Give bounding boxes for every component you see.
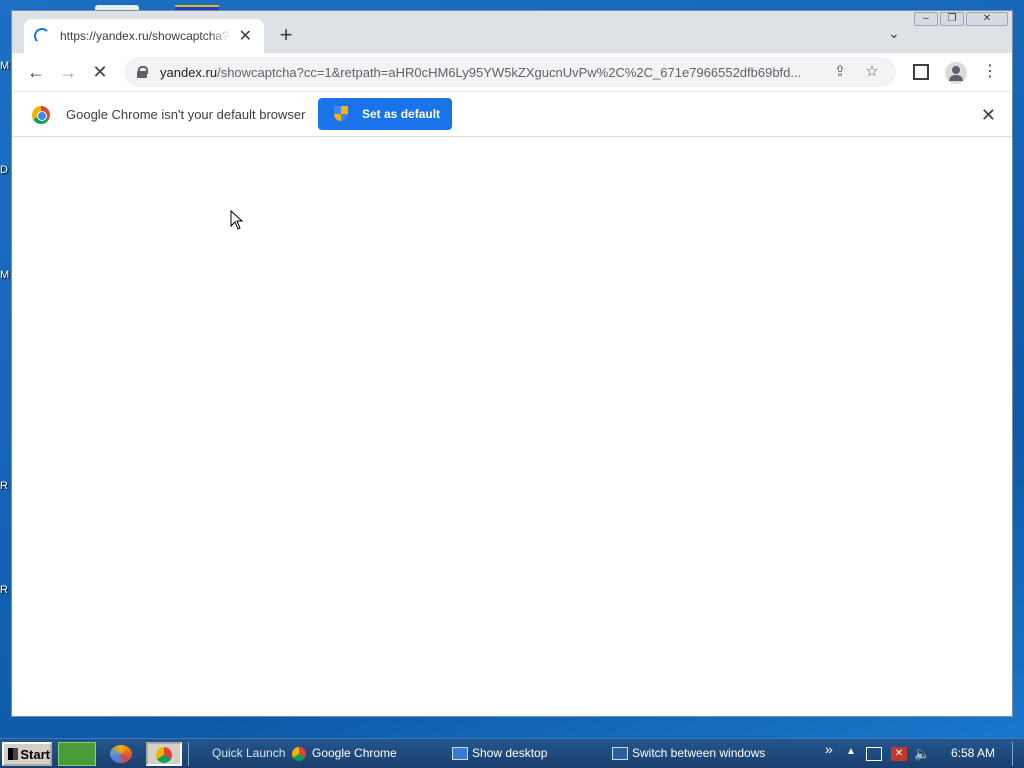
stop-loading-icon[interactable]: ✕: [86, 58, 114, 86]
tab-close-icon[interactable]: ✕: [237, 26, 254, 46]
tab-active[interactable]: https://yandex.ru/showcaptcha?cc=1&retpa…: [24, 19, 264, 53]
chrome-window: https://yandex.ru/showcaptcha?cc=1&retpa…: [11, 10, 1013, 717]
taskbar-overflow-chevron-icon[interactable]: »: [825, 741, 833, 757]
page-content[interactable]: [12, 137, 1012, 716]
new-tab-button[interactable]: +: [274, 23, 298, 47]
taskbar-chrome-label[interactable]: Google Chrome: [312, 746, 397, 760]
share-icon[interactable]: ⇪: [830, 63, 850, 81]
menu-kebab-icon[interactable]: ⋮: [976, 58, 1004, 86]
back-arrow-icon[interactable]: ←: [22, 58, 50, 86]
chrome-canary-icon[interactable]: [110, 745, 132, 763]
forward-arrow-icon[interactable]: →: [54, 58, 82, 86]
maximize-button[interactable]: ❐: [940, 12, 964, 26]
infobar-message: Google Chrome isn't your default browser: [66, 107, 306, 122]
chrome-icon: [156, 747, 172, 763]
bookmark-star-icon[interactable]: ☆: [862, 63, 882, 81]
start-button[interactable]: Start: [2, 742, 52, 766]
chrome-logo-icon: [32, 106, 50, 124]
default-browser-infobar: Google Chrome isn't your default browser…: [12, 91, 1012, 137]
taskbar: Start Quick Launch Google Chrome Show de…: [0, 738, 1024, 768]
windows-flag-icon: [8, 748, 19, 760]
tool-icon[interactable]: [58, 742, 96, 766]
chrome-taskbar-pinned[interactable]: [146, 742, 182, 766]
tab-title: https://yandex.ru/showcaptcha?cc=1&retpa…: [60, 29, 231, 43]
window-close-button[interactable]: ✕: [966, 12, 1008, 26]
security-alert-icon[interactable]: ✕: [891, 747, 907, 761]
quick-launch-label[interactable]: Quick Launch: [212, 746, 285, 760]
chrome-icon: [292, 747, 306, 761]
loading-spinner-icon: [34, 28, 50, 44]
shield-icon: [334, 106, 348, 122]
tab-search-chevron-icon[interactable]: ⌄: [884, 25, 904, 45]
set-as-default-button[interactable]: Set as default: [318, 98, 452, 130]
switch-windows-icon: [612, 747, 628, 760]
lock-icon[interactable]: [136, 66, 148, 78]
infobar-close-icon[interactable]: ✕: [981, 105, 996, 126]
url-host: yandex.ru: [160, 64, 218, 80]
switch-windows-label[interactable]: Switch between windows: [632, 746, 765, 760]
show-desktop-edge[interactable]: [1012, 742, 1020, 766]
set-as-default-label: Set as default: [362, 107, 441, 121]
mouse-cursor-icon: [230, 210, 244, 230]
network-icon[interactable]: [866, 747, 882, 761]
toolbar-grip[interactable]: [188, 742, 202, 766]
clock[interactable]: 6:58 AM: [951, 746, 995, 760]
browser-toolbar: ← → ✕ yandex.ru/showcaptcha?cc=1&retpath…: [12, 53, 1012, 91]
minimize-button[interactable]: –: [914, 12, 938, 26]
profile-avatar-icon[interactable]: [945, 62, 967, 84]
window-controls: – ❐ ✕: [914, 12, 1008, 26]
show-desktop-icon: [452, 747, 468, 760]
url-text[interactable]: yandex.ru/showcaptcha?cc=1&retpath=aHR0c…: [160, 65, 832, 80]
url-path: /showcaptcha?cc=1&retpath=aHR0cHM6Ly95YW…: [217, 64, 802, 80]
side-panel-icon[interactable]: [913, 64, 929, 80]
address-bar[interactable]: yandex.ru/showcaptcha?cc=1&retpath=aHR0c…: [124, 57, 896, 87]
tab-strip: https://yandex.ru/showcaptcha?cc=1&retpa…: [12, 11, 1012, 53]
volume-icon[interactable]: 🔈: [914, 746, 930, 762]
start-label: Start: [20, 746, 50, 762]
tray-expand-icon[interactable]: ▲: [846, 746, 856, 757]
show-desktop-label[interactable]: Show desktop: [472, 746, 547, 760]
